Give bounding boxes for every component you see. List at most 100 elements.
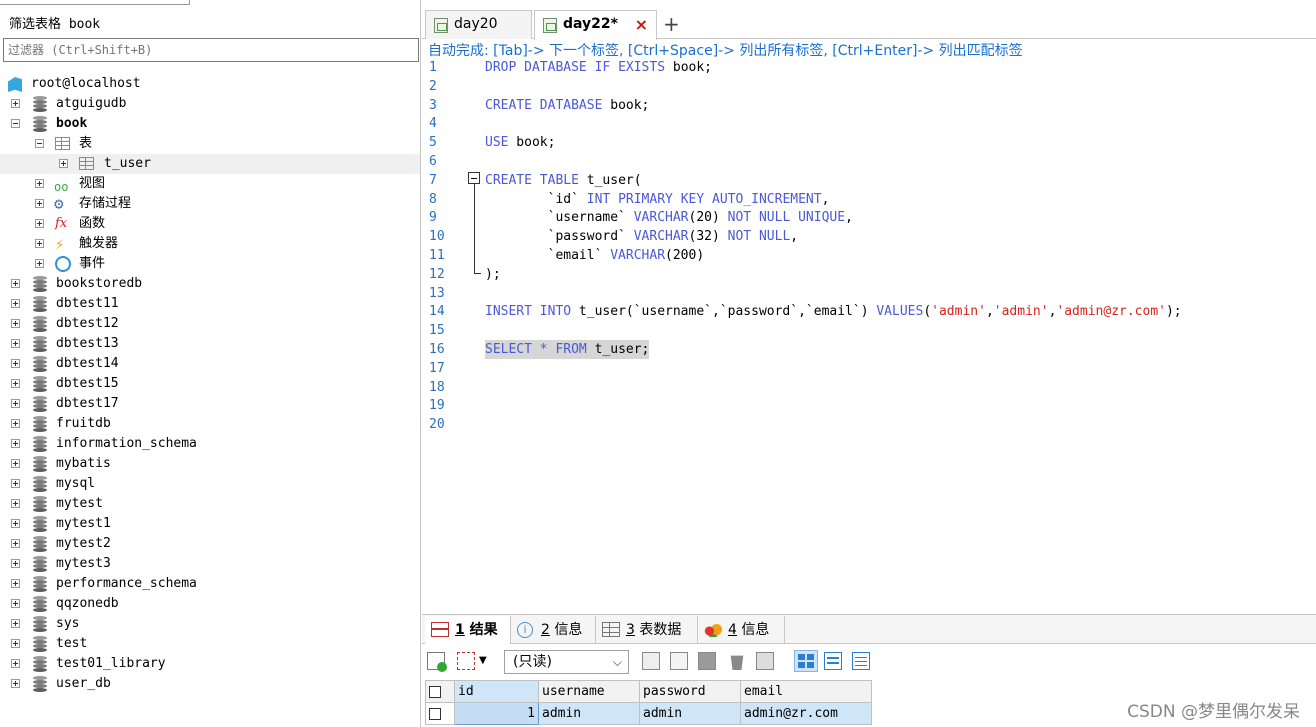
- tree-db-test[interactable]: test: [0, 634, 420, 654]
- code-line[interactable]: 20: [422, 415, 1316, 434]
- cell-username[interactable]: admin: [538, 702, 640, 725]
- code-line[interactable]: 18: [422, 378, 1316, 397]
- copy-row-icon[interactable]: [670, 652, 688, 670]
- tree-db-fruitdb[interactable]: fruitdb: [0, 414, 420, 434]
- column-header-username[interactable]: username: [538, 680, 640, 703]
- add-tab-button[interactable]: +: [663, 12, 680, 36]
- format-icon[interactable]: [457, 652, 475, 670]
- checkbox-icon[interactable]: [429, 685, 441, 698]
- tree-db-book[interactable]: book: [0, 114, 420, 134]
- expand-icon[interactable]: [11, 299, 20, 308]
- collapse-icon[interactable]: [11, 119, 20, 128]
- insert-row-icon[interactable]: [642, 652, 660, 670]
- tree-db-dbtest14[interactable]: dbtest14: [0, 354, 420, 374]
- row-checkbox-cell[interactable]: [425, 702, 455, 725]
- tree-db-mysql[interactable]: mysql: [0, 474, 420, 494]
- expand-icon[interactable]: [11, 399, 20, 408]
- expand-icon[interactable]: [11, 559, 20, 568]
- sql-editor[interactable]: 1 DROP DATABASE IF EXISTS book; 2 3 CREATE D…: [422, 58, 1316, 613]
- code-line[interactable]: 7 CREATE TABLE t_user(: [422, 171, 1316, 190]
- expand-icon[interactable]: [11, 319, 20, 328]
- code-line[interactable]: 11 `email` VARCHAR(200): [422, 246, 1316, 265]
- expand-icon[interactable]: [11, 419, 20, 428]
- expand-icon[interactable]: [11, 479, 20, 488]
- expand-icon[interactable]: [11, 99, 20, 108]
- tree-tables-folder[interactable]: 表: [0, 134, 420, 154]
- tree-events-folder[interactable]: 事件: [0, 254, 420, 274]
- grid-view-icon[interactable]: [794, 650, 818, 672]
- tree-db-information_schema[interactable]: information_schema: [0, 434, 420, 454]
- code-line[interactable]: 12);: [422, 265, 1316, 284]
- expand-icon[interactable]: [11, 439, 20, 448]
- tree-db-sys[interactable]: sys: [0, 614, 420, 634]
- tree-db-mytest[interactable]: mytest: [0, 494, 420, 514]
- tab-messages[interactable]: i 2 信息: [511, 616, 596, 644]
- form-view-icon[interactable]: [824, 652, 842, 670]
- tree-procedures-folder[interactable]: ⚙ 存储过程: [0, 194, 420, 214]
- tab-day22[interactable]: day22* ×: [534, 10, 657, 40]
- code-line[interactable]: 4: [422, 114, 1316, 133]
- cell-id[interactable]: 1: [454, 702, 539, 725]
- tab-info[interactable]: 4 信息: [698, 616, 785, 644]
- expand-icon[interactable]: [11, 379, 20, 388]
- expand-icon[interactable]: [11, 579, 20, 588]
- tree-db-user_db[interactable]: user_db: [0, 674, 420, 694]
- cell-email[interactable]: admin@zr.com: [740, 702, 872, 725]
- tree-db-qqzonedb[interactable]: qqzonedb: [0, 594, 420, 614]
- code-line[interactable]: 14 INSERT INTO t_user(`username`,`passwor…: [422, 302, 1316, 321]
- tree-db-bookstoredb[interactable]: bookstoredb: [0, 274, 420, 294]
- expand-icon[interactable]: [11, 659, 20, 668]
- code-line[interactable]: 1 DROP DATABASE IF EXISTS book;: [422, 58, 1316, 77]
- cell-password[interactable]: admin: [639, 702, 741, 725]
- tree-db-dbtest12[interactable]: dbtest12: [0, 314, 420, 334]
- add-row-icon[interactable]: [427, 652, 447, 672]
- code-line[interactable]: 3 CREATE DATABASE book;: [422, 96, 1316, 115]
- code-line[interactable]: 15: [422, 321, 1316, 340]
- code-line[interactable]: 9 `username` VARCHAR(20) NOT NULL UNIQUE…: [422, 208, 1316, 227]
- tree-db-mybatis[interactable]: mybatis: [0, 454, 420, 474]
- tree-db-mytest3[interactable]: mytest3: [0, 554, 420, 574]
- cancel-changes-icon[interactable]: [756, 652, 774, 670]
- save-icon[interactable]: [698, 652, 716, 670]
- code-line[interactable]: 10 `password` VARCHAR(32) NOT NULL,: [422, 227, 1316, 246]
- column-header-email[interactable]: email: [740, 680, 872, 703]
- code-line[interactable]: 8 `id` INT PRIMARY KEY AUTO_INCREMENT,: [422, 190, 1316, 209]
- expand-icon[interactable]: [11, 499, 20, 508]
- result-grid[interactable]: id username password email 1 admin admin…: [425, 680, 872, 725]
- expand-icon[interactable]: [35, 259, 44, 268]
- code-line[interactable]: 5 USE book;: [422, 133, 1316, 152]
- expand-icon[interactable]: [11, 279, 20, 288]
- code-line[interactable]: 17: [422, 359, 1316, 378]
- tab-day20[interactable]: day20: [425, 10, 532, 39]
- tree-db-dbtest15[interactable]: dbtest15: [0, 374, 420, 394]
- tab-table-data[interactable]: 3 表数据: [596, 616, 698, 644]
- tree-functions-folder[interactable]: fx 函数: [0, 214, 420, 234]
- expand-icon[interactable]: [11, 539, 20, 548]
- code-line[interactable]: 2: [422, 77, 1316, 96]
- code-line[interactable]: 6: [422, 152, 1316, 171]
- expand-icon[interactable]: [59, 159, 68, 168]
- tree-db-dbtest13[interactable]: dbtest13: [0, 334, 420, 354]
- code-line[interactable]: 16 SELECT * FROM t_user;: [422, 340, 1316, 359]
- column-header-password[interactable]: password: [639, 680, 741, 703]
- tree-triggers-folder[interactable]: ⚡ 触发器: [0, 234, 420, 254]
- expand-icon[interactable]: [11, 339, 20, 348]
- expand-icon[interactable]: [11, 519, 20, 528]
- checkbox-icon[interactable]: [429, 707, 441, 720]
- filter-input[interactable]: [3, 38, 419, 62]
- dropdown-arrow-icon[interactable]: ▼: [479, 655, 487, 666]
- expand-icon[interactable]: [11, 359, 20, 368]
- tab-results[interactable]: 1 结果: [425, 616, 511, 644]
- tree-connection[interactable]: root@localhost: [0, 74, 420, 94]
- expand-icon[interactable]: [11, 599, 20, 608]
- tree-db-mytest1[interactable]: mytest1: [0, 514, 420, 534]
- tree-db-dbtest17[interactable]: dbtest17: [0, 394, 420, 414]
- expand-icon[interactable]: [11, 679, 20, 688]
- expand-icon[interactable]: [11, 459, 20, 468]
- close-icon[interactable]: ×: [635, 11, 648, 38]
- tree-db-atguigudb[interactable]: atguigudb: [0, 94, 420, 114]
- expand-icon[interactable]: [11, 619, 20, 628]
- tree-db-mytest2[interactable]: mytest2: [0, 534, 420, 554]
- expand-icon[interactable]: [35, 219, 44, 228]
- code-line[interactable]: 19: [422, 396, 1316, 415]
